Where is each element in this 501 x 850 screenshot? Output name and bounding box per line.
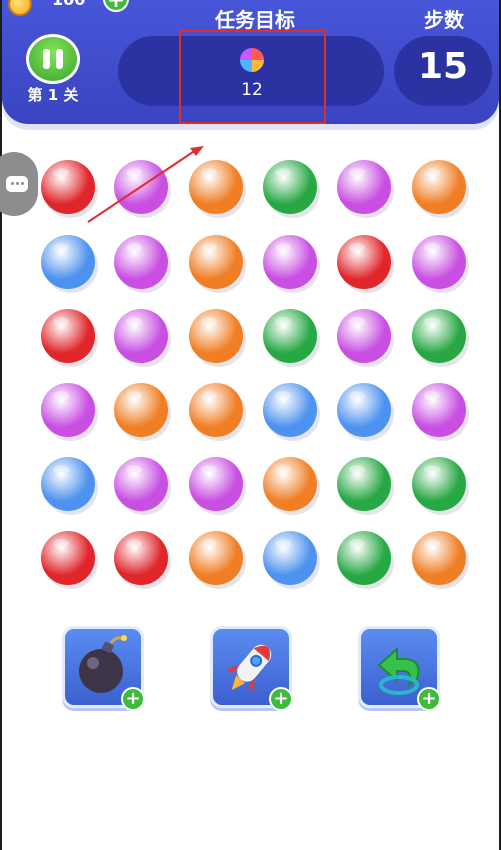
orange-ball[interactable] <box>189 235 243 289</box>
level-label: 第 1 关 <box>27 86 79 104</box>
bomb-powerup-button[interactable]: + <box>62 626 145 711</box>
green-ball[interactable] <box>263 160 317 214</box>
steps-value: 15 <box>417 46 469 87</box>
red-ball[interactable] <box>41 531 95 585</box>
add-rocket-button[interactable]: + <box>269 687 293 711</box>
rocket-powerup-button[interactable]: + <box>210 626 293 711</box>
purple-ball[interactable] <box>412 235 466 289</box>
purple-ball[interactable] <box>114 309 168 363</box>
orange-ball[interactable] <box>263 457 317 511</box>
add-bomb-button[interactable]: + <box>121 687 145 711</box>
pause-icon-bar <box>56 49 63 69</box>
green-ball[interactable] <box>337 457 391 511</box>
red-ball[interactable] <box>337 235 391 289</box>
chat-dot <box>21 182 24 185</box>
highlight-box <box>179 30 326 124</box>
add-coins-button[interactable]: + <box>103 0 129 13</box>
purple-ball[interactable] <box>41 383 95 437</box>
blue-ball[interactable] <box>263 383 317 437</box>
orange-ball[interactable] <box>412 531 466 585</box>
purple-ball[interactable] <box>337 160 391 214</box>
orange-ball[interactable] <box>189 531 243 585</box>
blue-ball[interactable] <box>263 531 317 585</box>
chat-dot <box>11 182 14 185</box>
purple-ball[interactable] <box>114 235 168 289</box>
purple-ball[interactable] <box>189 457 243 511</box>
left-border <box>0 0 2 850</box>
orange-ball[interactable] <box>189 383 243 437</box>
blue-ball[interactable] <box>41 235 95 289</box>
green-ball[interactable] <box>412 457 466 511</box>
pause-icon <box>43 49 50 69</box>
green-ball[interactable] <box>412 309 466 363</box>
purple-ball[interactable] <box>337 309 391 363</box>
purple-ball[interactable] <box>412 383 466 437</box>
target-title: 任务目标 <box>215 8 295 32</box>
chat-dot <box>16 182 19 185</box>
orange-ball[interactable] <box>189 309 243 363</box>
red-ball[interactable] <box>114 531 168 585</box>
purple-ball[interactable] <box>114 457 168 511</box>
green-ball[interactable] <box>263 309 317 363</box>
undo-powerup-button[interactable]: + <box>358 626 441 711</box>
coin-icon <box>8 0 32 16</box>
coin-counter: 100 + <box>8 0 129 16</box>
blue-ball[interactable] <box>41 457 95 511</box>
orange-ball[interactable] <box>412 160 466 214</box>
coin-count: 100 <box>52 0 85 9</box>
steps-title: 步数 <box>424 8 464 32</box>
green-ball[interactable] <box>337 531 391 585</box>
add-undo-button[interactable]: + <box>417 687 441 711</box>
red-ball[interactable] <box>41 309 95 363</box>
orange-ball[interactable] <box>114 383 168 437</box>
red-ball[interactable] <box>41 160 95 214</box>
purple-ball[interactable] <box>263 235 317 289</box>
purple-ball[interactable] <box>114 160 168 214</box>
orange-ball[interactable] <box>189 160 243 214</box>
blue-ball[interactable] <box>337 383 391 437</box>
pause-button[interactable] <box>26 34 80 84</box>
